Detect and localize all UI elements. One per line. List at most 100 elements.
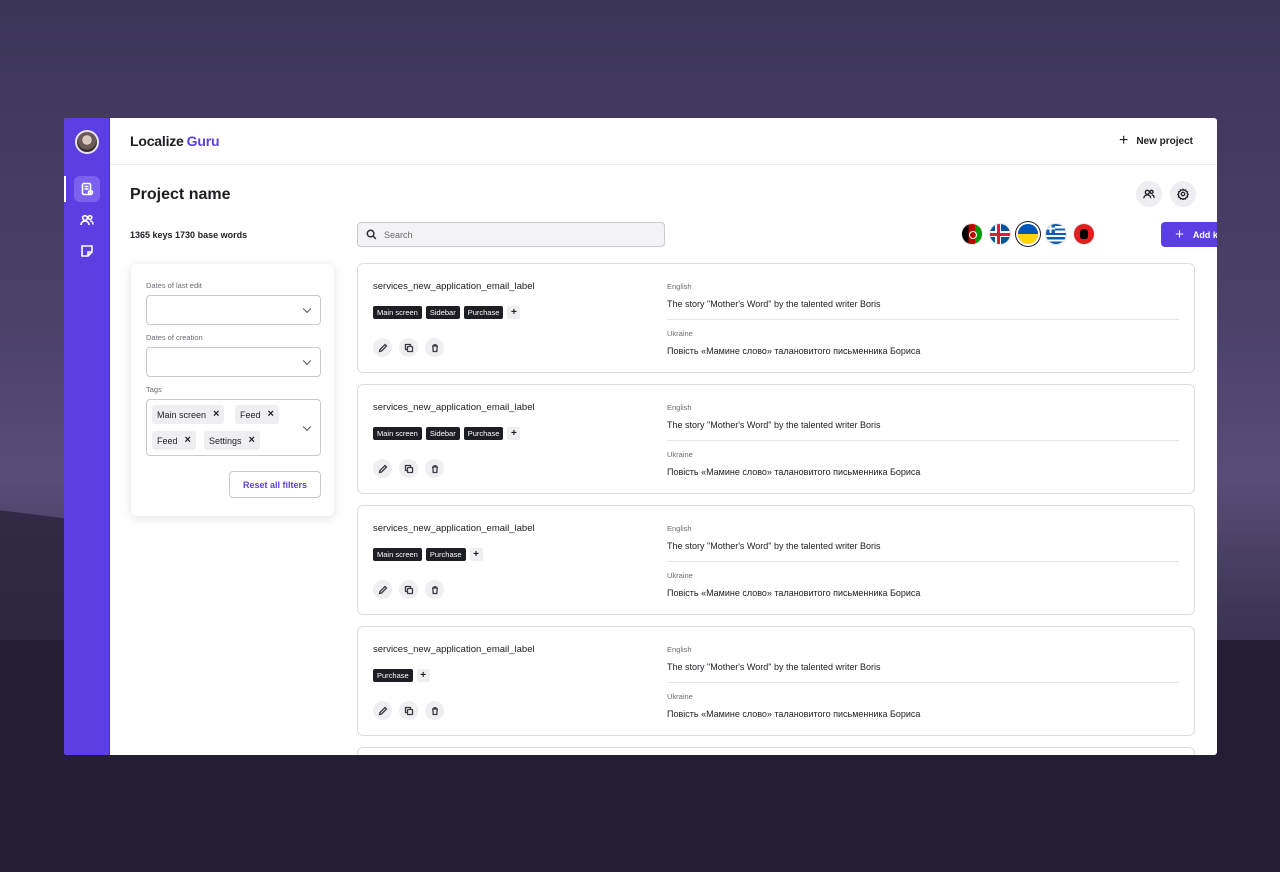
topbar: Localize Guru + New project <box>110 118 1217 165</box>
logo-accent: Guru <box>186 133 220 149</box>
key-card: services_new_application_email_label Mai… <box>357 505 1195 615</box>
target-text[interactable]: Повість «Мамине слово» талановитого пись… <box>667 467 920 477</box>
flag-ukraine[interactable] <box>1018 224 1038 244</box>
sidebar-item-team[interactable] <box>74 207 100 233</box>
key-tag[interactable]: Purchase <box>425 548 466 561</box>
key-name: services_new_application_email_label <box>373 402 535 413</box>
trash-icon <box>431 464 438 473</box>
edit-button[interactable] <box>373 701 392 720</box>
add-tag-button[interactable]: + <box>507 427 521 440</box>
key-actions <box>373 580 444 599</box>
flag-albania[interactable] <box>1074 224 1094 244</box>
close-icon[interactable]: × <box>268 409 274 420</box>
delete-button[interactable] <box>425 338 444 357</box>
users-icon <box>80 214 94 226</box>
target-language: Ukraine <box>667 692 693 701</box>
close-icon[interactable]: × <box>249 435 255 446</box>
flag-iceland[interactable] <box>990 224 1010 244</box>
tags-select[interactable]: Main screen × Feed × Feed × Settings × <box>146 399 321 456</box>
target-language: Ukraine <box>667 450 693 459</box>
plus-icon: + <box>1118 132 1129 149</box>
target-text[interactable]: Повість «Мамине слово» талановитого пись… <box>667 346 920 356</box>
avatar[interactable] <box>75 130 99 154</box>
filters-panel: Dates of last edit Dates of creation Tag… <box>131 264 334 516</box>
divider <box>667 561 1179 562</box>
edit-button[interactable] <box>373 580 392 599</box>
copy-button[interactable] <box>399 580 418 599</box>
key-tags: Main screen Sidebar Purchase + <box>373 306 521 319</box>
delete-button[interactable] <box>425 580 444 599</box>
search-icon <box>366 229 377 240</box>
sidebar-item-notes[interactable] <box>74 238 100 264</box>
source-text[interactable]: The story "Mother's Word" by the talente… <box>667 299 881 309</box>
key-tags: Main screen Purchase + <box>373 548 483 561</box>
users-icon <box>1143 189 1155 199</box>
source-text[interactable]: The story "Mother's Word" by the talente… <box>667 662 881 672</box>
tag-chip: Settings × <box>204 431 260 450</box>
source-text[interactable]: The story "Mother's Word" by the talente… <box>667 541 881 551</box>
copy-icon <box>404 464 413 473</box>
key-tag[interactable]: Purchase <box>373 669 413 682</box>
tag-chip-label: Feed <box>240 409 261 420</box>
copy-button[interactable] <box>399 701 418 720</box>
key-tag[interactable]: Purchase <box>463 427 504 440</box>
trash-icon <box>431 585 438 594</box>
copy-icon <box>404 706 413 715</box>
divider <box>667 319 1179 320</box>
new-project-button[interactable]: + New project <box>1119 133 1193 149</box>
edit-button[interactable] <box>373 459 392 478</box>
tag-chip-label: Settings <box>209 435 242 446</box>
close-icon[interactable]: × <box>213 409 219 420</box>
note-icon <box>81 245 93 257</box>
project-stats: 1365 keys 1730 base words <box>130 230 248 240</box>
delete-button[interactable] <box>425 459 444 478</box>
add-key-button[interactable]: + Add key <box>1161 222 1217 247</box>
last-edit-select[interactable] <box>146 295 321 325</box>
reset-filters-button[interactable]: Reset all filters <box>229 471 321 498</box>
chevron-down-icon <box>302 356 312 366</box>
key-card: services_new_application_email_label Pur… <box>357 626 1195 736</box>
creation-select[interactable] <box>146 347 321 377</box>
close-icon[interactable]: × <box>185 435 191 446</box>
source-language: English <box>667 645 692 654</box>
key-card <box>357 747 1195 755</box>
settings-button[interactable] <box>1170 181 1196 207</box>
edit-button[interactable] <box>373 338 392 357</box>
divider <box>667 682 1179 683</box>
last-edit-label: Dates of last edit <box>146 281 202 290</box>
add-key-label: Add key <box>1192 229 1217 240</box>
target-language: Ukraine <box>667 571 693 580</box>
tag-chip: Feed × <box>152 431 196 450</box>
target-text[interactable]: Повість «Мамине слово» талановитого пись… <box>667 588 920 598</box>
key-tag[interactable]: Purchase <box>463 306 504 319</box>
add-tag-button[interactable]: + <box>469 548 483 561</box>
pencil-icon <box>378 464 387 473</box>
source-text[interactable]: The story "Mother's Word" by the talente… <box>667 420 881 430</box>
new-project-label: New project <box>1136 135 1193 147</box>
sidebar <box>64 118 110 755</box>
flag-greece[interactable] <box>1046 224 1066 244</box>
key-tag[interactable]: Sidebar <box>425 427 460 440</box>
key-actions <box>373 338 444 357</box>
copy-button[interactable] <box>399 459 418 478</box>
add-tag-button[interactable]: + <box>416 669 430 682</box>
target-text[interactable]: Повість «Мамине слово» талановитого пись… <box>667 709 920 719</box>
flag-afghanistan[interactable] <box>962 224 982 244</box>
search-input[interactable] <box>384 229 644 240</box>
language-switcher <box>962 224 1094 244</box>
delete-button[interactable] <box>425 701 444 720</box>
divider <box>667 440 1179 441</box>
pencil-icon <box>378 585 387 594</box>
add-tag-button[interactable]: + <box>507 306 521 319</box>
key-tag[interactable]: Main screen <box>373 427 422 440</box>
tags-label: Tags <box>146 385 162 394</box>
key-tags: Main screen Sidebar Purchase + <box>373 427 521 440</box>
key-card: services_new_application_email_label Mai… <box>357 384 1195 494</box>
plus-icon: + <box>1175 226 1184 243</box>
key-tag[interactable]: Sidebar <box>425 306 460 319</box>
copy-button[interactable] <box>399 338 418 357</box>
sidebar-item-keys[interactable] <box>74 176 100 202</box>
key-tag[interactable]: Main screen <box>373 548 422 561</box>
team-button[interactable] <box>1136 181 1162 207</box>
key-tag[interactable]: Main screen <box>373 306 422 319</box>
